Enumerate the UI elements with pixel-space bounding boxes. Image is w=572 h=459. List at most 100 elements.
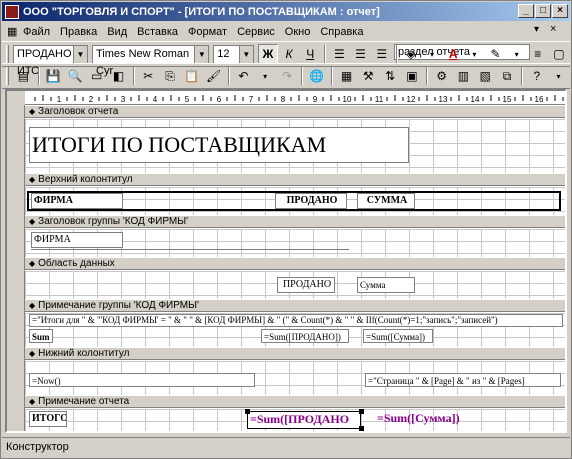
access-window: ООО "ТОРГОВЛЯ И СПОРТ" - [ИТОГИ ПО ПОСТА… — [0, 0, 572, 459]
section-page-footer[interactable]: ◆ Нижний колонтитул — [25, 347, 565, 360]
menu-format[interactable]: Формат — [183, 26, 232, 38]
total-label[interactable]: ИТОГО — [29, 411, 67, 427]
help-icon[interactable]: ? — [526, 66, 547, 86]
code-icon[interactable]: ▥ — [453, 66, 474, 86]
sorting-icon[interactable]: ⇅ — [380, 66, 401, 86]
copy-icon[interactable]: ⎘ — [160, 66, 181, 86]
header-firm-label[interactable]: ФИРМА — [31, 193, 123, 209]
chevron-down-icon[interactable]: ▾ — [548, 66, 569, 86]
paste-icon[interactable]: 📋 — [181, 66, 202, 86]
underline-button[interactable]: Ч — [300, 44, 320, 64]
group-sum-label[interactable]: Sum — [29, 329, 53, 343]
menu-window[interactable]: Окно — [280, 26, 316, 38]
menu-file[interactable]: Файл — [18, 26, 55, 38]
format-painter-icon[interactable]: 🖌 — [203, 66, 224, 86]
line-width-icon[interactable]: ≡ — [528, 44, 548, 64]
fill-color-icon[interactable]: ◈ — [401, 44, 421, 64]
access-app-icon[interactable] — [5, 4, 19, 19]
horizontal-ruler[interactable]: 1234567891011121314151617 — [25, 91, 572, 105]
toolbox-icon[interactable]: ⚒ — [358, 66, 379, 86]
minimize-button[interactable]: _ — [518, 4, 534, 18]
report-icon[interactable]: ▦ — [2, 25, 18, 38]
footer-now-textbox[interactable]: =Now() — [29, 373, 255, 387]
group-footer-area[interactable]: ="Итоги для " & "'КОД ФИРМЫ' = " & " " &… — [25, 313, 565, 347]
toolbar-grip[interactable] — [6, 45, 9, 63]
menu-edit[interactable]: Правка — [55, 26, 102, 38]
italic-button[interactable]: К — [279, 44, 299, 64]
menu-view[interactable]: Вид — [102, 26, 132, 38]
chevron-down-icon[interactable]: ▾ — [422, 44, 442, 64]
size-combo[interactable]: 12 ▼ — [213, 44, 254, 64]
group-footer-expression[interactable]: ="Итоги для " & "'КОД ФИРМЫ' = " & " " &… — [29, 314, 563, 327]
maximize-button[interactable]: □ — [535, 4, 551, 18]
ruler-label: 2 — [89, 95, 94, 104]
section-group-header[interactable]: ◆ Заголовок группы 'КОД ФИРМЫ' — [25, 215, 565, 228]
ruler-label: 7 — [249, 95, 254, 104]
detail-sum-textbox[interactable]: Сумма — [357, 277, 415, 293]
report-title-label[interactable]: ИТОГИ ПО ПОСТАВЩИКАМ — [29, 127, 409, 163]
print-icon[interactable]: ▭ — [86, 66, 107, 86]
header-sum-label[interactable]: СУММА — [357, 193, 415, 209]
page-footer-area[interactable]: =Now() ="Страница " & [Page] & " из " & … — [25, 361, 565, 395]
group-sum-sum[interactable]: =Sum([Сумма]) — [363, 329, 433, 343]
doc-close-icon[interactable]: × — [550, 23, 556, 35]
title-bar: ООО "ТОРГОВЛЯ И СПОРТ" - [ИТОГИ ПО ПОСТА… — [2, 2, 570, 21]
chevron-down-icon[interactable]: ▾ — [534, 24, 539, 35]
align-left-icon[interactable]: ☰ — [329, 44, 349, 64]
section-report-footer[interactable]: ◆ Примечание отчета — [25, 395, 565, 408]
toolbar-grip[interactable] — [6, 67, 9, 85]
section-detail[interactable]: ◆ Область данных — [25, 257, 565, 270]
close-button[interactable]: × — [552, 4, 568, 18]
object-combo[interactable]: ПРОДАНО ИТО ▼ — [12, 44, 88, 77]
ruler-corner[interactable] — [7, 91, 25, 105]
search-icon[interactable]: 🔍 — [65, 66, 86, 86]
group-sum-sold[interactable]: =Sum([ПРОДАНО]) — [261, 329, 349, 343]
undo-icon[interactable]: ↶ — [233, 66, 254, 86]
save-icon[interactable]: 💾 — [43, 66, 64, 86]
build-icon[interactable]: ⚙ — [431, 66, 452, 86]
group-firm-textbox[interactable]: ФИРМА — [31, 232, 123, 248]
section-page-header[interactable]: ◆ Верхний колонтитул — [25, 173, 565, 186]
report-footer-area[interactable]: ИТОГО =Sum([ПРОДАНО =Sum([Сумма]) — [25, 409, 565, 431]
total-sum-sold-textbox[interactable]: =Sum([ПРОДАНО — [247, 411, 361, 429]
detail-area[interactable]: ПРОДАНО Сумма — [25, 271, 565, 299]
new-object-icon[interactable]: ⧉ — [497, 66, 518, 86]
preview-icon[interactable]: ◧ — [108, 66, 129, 86]
footer-page-textbox[interactable]: ="Страница " & [Page] & " из " & [Pages] — [365, 373, 561, 387]
line-color-icon[interactable]: ✎ — [485, 44, 505, 64]
chevron-down-icon[interactable]: ▾ — [464, 44, 484, 64]
border-icon[interactable]: ▢ — [549, 44, 569, 64]
selection-handle[interactable] — [359, 409, 364, 414]
menu-help[interactable]: Справка — [315, 26, 368, 38]
chevron-down-icon[interactable]: ▾ — [255, 66, 276, 86]
detail-sold-textbox[interactable]: ПРОДАНО — [277, 277, 335, 293]
section-group-footer[interactable]: ◆ Примечание группы 'КОД ФИРМЫ' — [25, 299, 565, 312]
chevron-down-icon[interactable]: ▾ — [507, 44, 527, 64]
font-combo[interactable]: Times New Roman Cyr ▼ — [92, 44, 210, 77]
database-window-icon[interactable]: ▧ — [475, 66, 496, 86]
menu-tools[interactable]: Сервис — [232, 26, 280, 38]
total-sum-sum-textbox[interactable]: =Sum([Сумма]) — [375, 411, 485, 429]
field-list-icon[interactable]: ▦ — [336, 66, 357, 86]
align-center-icon[interactable]: ☰ — [350, 44, 370, 64]
ruler-ticks: 1234567891011121314151617 — [34, 95, 572, 104]
properties-icon[interactable]: ▣ — [401, 66, 422, 86]
group-header-area[interactable]: ФИРМА — [25, 229, 565, 257]
align-right-icon[interactable]: ☰ — [372, 44, 392, 64]
page-header-area[interactable]: ФИРМА ПРОДАНО СУММА — [25, 187, 565, 215]
cut-icon[interactable]: ✂ — [138, 66, 159, 86]
selection-handle[interactable] — [245, 409, 250, 414]
font-color-icon[interactable]: A — [443, 44, 463, 64]
bold-button[interactable]: Ж — [257, 44, 279, 64]
header-sold-label[interactable]: ПРОДАНО — [275, 193, 347, 209]
ruler-label: 1 — [57, 95, 62, 104]
section-report-header[interactable]: ◆ Заголовок отчета — [25, 105, 565, 118]
report-header-area[interactable]: ИТОГИ ПО ПОСТАВЩИКАМ — [25, 119, 565, 173]
redo-icon[interactable]: ↷ — [277, 66, 298, 86]
hyperlink-icon[interactable]: 🌐 — [306, 66, 327, 86]
vertical-ruler[interactable] — [7, 105, 25, 431]
selection-handle[interactable] — [359, 426, 364, 431]
view-icon[interactable]: ▤ — [13, 66, 34, 86]
ruler-label: 9 — [313, 95, 318, 104]
menu-insert[interactable]: Вставка — [132, 26, 183, 38]
